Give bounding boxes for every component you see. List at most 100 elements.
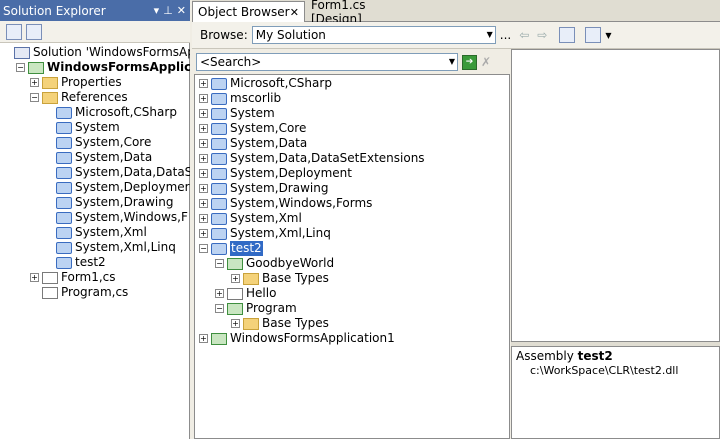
tree-item-label: Solution 'WindowsFormsAppl (33, 45, 190, 59)
tree-item[interactable]: System,Core (44, 135, 151, 150)
tree-item-label: System,Data,DataS (75, 165, 190, 179)
details-path: c:\WorkSpace\CLR\test2.dll (530, 364, 679, 377)
pin-icon[interactable]: ⊥ (163, 4, 173, 17)
expand-icon[interactable]: + (231, 319, 240, 328)
tree-item[interactable]: + System,Deployment (199, 166, 352, 181)
forward-arrow-icon[interactable]: ⇨ (537, 28, 547, 42)
tree-item[interactable]: − GoodbyeWorld (215, 256, 334, 271)
expand-icon[interactable]: + (199, 139, 208, 148)
expand-icon[interactable]: + (199, 79, 208, 88)
expand-icon[interactable]: + (215, 289, 224, 298)
browse-label: Browse: (200, 28, 248, 42)
refresh-icon[interactable] (26, 23, 42, 40)
tree-item[interactable]: + Microsoft,CSharp (199, 76, 332, 91)
tree-item-label: System,Data (230, 136, 308, 150)
collapse-icon[interactable]: − (30, 93, 39, 102)
expand-icon[interactable]: + (30, 78, 39, 87)
tree-item[interactable]: + System,Xml (199, 211, 302, 226)
tree-item[interactable]: + System,Data,DataSetExtensions (199, 151, 425, 166)
solution-tree: Solution 'WindowsFormsAppl − WindowsFormsA… (0, 43, 190, 439)
reference-icon (56, 256, 72, 269)
add-reference-icon[interactable] (559, 27, 576, 43)
tree-item-label: System,Data,DataSetExtensions (230, 151, 425, 165)
close-icon[interactable]: ✕ (177, 4, 186, 17)
tree-item[interactable]: + System,Data (199, 136, 307, 151)
tree-item-label: System,Deployment (230, 166, 352, 180)
form-icon (42, 271, 58, 284)
expand-icon[interactable]: + (199, 334, 208, 343)
collapse-icon[interactable]: − (215, 304, 224, 313)
tree-item[interactable]: System,Drawing (44, 195, 173, 210)
file-icon (42, 286, 58, 299)
expand-icon[interactable]: + (199, 214, 208, 223)
document-tabs: Object Browser ✕ Form1.cs [Design] (192, 0, 720, 26)
chevron-down-icon[interactable]: ▼ (605, 31, 611, 40)
tree-item[interactable]: − test2 (199, 241, 263, 256)
tree-item[interactable]: Program,cs (30, 285, 128, 300)
tree-item[interactable]: Microsoft,CSharp (44, 105, 177, 120)
tree-item-label: System,Xml (230, 211, 302, 225)
details-assembly-name: test2 (577, 349, 613, 363)
browse-ellipsis-button[interactable]: ... (500, 28, 511, 42)
tree-item[interactable]: − WindowsFormsApplica (16, 60, 190, 75)
tree-item[interactable]: System,Windows,F (44, 210, 188, 225)
expand-icon[interactable]: + (199, 94, 208, 103)
search-input[interactable]: <Search> ▼ (196, 53, 458, 71)
expand-icon[interactable]: + (231, 274, 240, 283)
expand-icon[interactable]: + (199, 199, 208, 208)
assembly-icon (211, 107, 227, 120)
expand-icon[interactable]: + (199, 169, 208, 178)
tree-item[interactable]: System,Deploymer (44, 180, 190, 195)
tree-item[interactable]: + WindowsFormsApplication1 (199, 331, 395, 346)
back-arrow-icon[interactable]: ⇦ (519, 28, 529, 42)
collapse-icon[interactable]: − (215, 259, 224, 268)
tree-item[interactable]: System (44, 120, 120, 135)
collapse-icon[interactable]: − (16, 63, 25, 72)
tree-item[interactable]: + mscorlib (199, 91, 281, 106)
object-browser-tree: + Microsoft,CSharp + mscorlib + System + System… (194, 74, 510, 439)
search-go-icon[interactable]: ➔ (462, 54, 477, 70)
class-icon (227, 302, 243, 315)
reference-icon (56, 196, 72, 209)
tree-item[interactable]: test2 (44, 255, 106, 270)
expand-icon[interactable]: + (199, 229, 208, 238)
browse-scope-select[interactable]: My Solution ▼ (251, 26, 496, 44)
tree-item[interactable]: System,Xml (44, 225, 147, 240)
tree-item[interactable]: − References (30, 90, 128, 105)
tree-item[interactable]: System,Xml,Linq (44, 240, 176, 255)
tree-item[interactable]: + Hello (215, 286, 276, 301)
tree-item[interactable]: + Base Types (231, 316, 329, 331)
tree-item[interactable]: + System,Drawing (199, 181, 328, 196)
pin-dropdown-icon[interactable]: ▾ (154, 4, 160, 17)
tree-item[interactable]: + Base Types (231, 271, 329, 286)
expand-icon[interactable]: + (199, 154, 208, 163)
tree-item[interactable]: Solution 'WindowsFormsAppl (2, 45, 190, 60)
tree-item-label: System,Drawing (75, 195, 174, 209)
tree-item[interactable]: − Program (215, 301, 297, 316)
collapse-icon[interactable]: − (199, 244, 208, 253)
tree-item[interactable]: System,Data (44, 150, 152, 165)
properties-icon[interactable] (6, 23, 22, 40)
folder-icon (42, 76, 58, 89)
close-icon[interactable]: ✕ (290, 6, 299, 19)
tree-item[interactable]: + Properties (30, 75, 122, 90)
tree-item[interactable]: System,Data,DataS (44, 165, 190, 180)
tree-item[interactable]: + System,Windows,Forms (199, 196, 372, 211)
expand-icon[interactable]: + (199, 184, 208, 193)
expand-icon[interactable]: + (199, 124, 208, 133)
expand-icon[interactable]: + (199, 109, 208, 118)
expand-icon[interactable]: + (30, 273, 39, 282)
tab-form1-design[interactable]: Form1.cs [Design] (306, 0, 414, 26)
tree-item[interactable]: + System,Xml,Linq (199, 226, 331, 241)
tree-item[interactable]: + System (199, 106, 275, 121)
clear-search-icon[interactable]: ✗ (481, 55, 491, 69)
tree-item[interactable]: + Form1,cs (30, 270, 116, 285)
tree-item-label: System,Xml,Linq (75, 240, 176, 254)
tree-item-label: Base Types (262, 271, 329, 285)
tree-item[interactable]: + System,Core (199, 121, 306, 136)
settings-icon[interactable] (585, 27, 602, 43)
tab-object-browser[interactable]: Object Browser ✕ (192, 1, 305, 22)
